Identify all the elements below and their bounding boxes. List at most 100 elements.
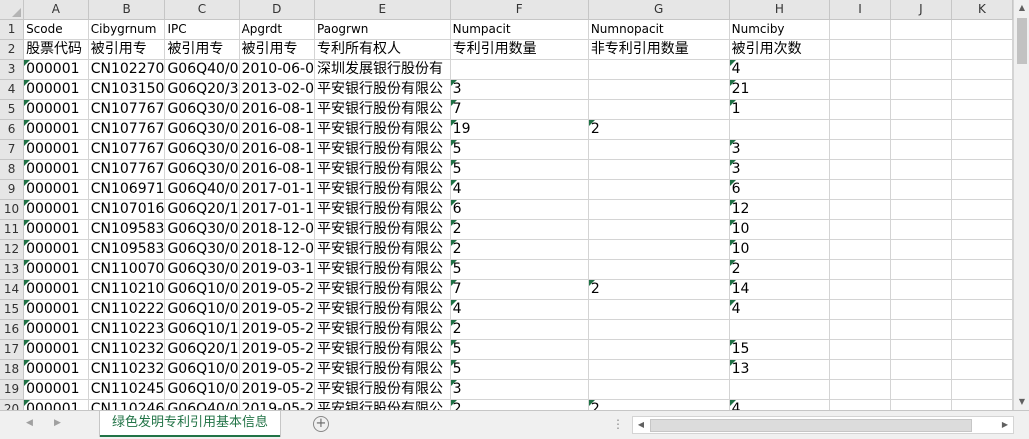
cell[interactable]: CN110232 — [88, 339, 166, 360]
ellipsis-icon[interactable]: ⋮ — [612, 417, 624, 431]
cell[interactable]: 000001 — [23, 279, 89, 300]
column-header-e[interactable]: E — [314, 0, 451, 20]
cell[interactable]: G06Q30/0 — [164, 259, 240, 280]
cell[interactable]: 专利所有权人 — [314, 39, 451, 60]
cell[interactable]: 4 — [450, 299, 589, 320]
cell[interactable] — [890, 19, 952, 40]
cell[interactable]: 2 — [450, 319, 589, 340]
cell[interactable]: 平安银行股份有限公 — [314, 239, 451, 260]
cell[interactable]: CN106971 — [88, 179, 166, 200]
cell[interactable] — [588, 79, 730, 100]
cell[interactable] — [829, 279, 891, 300]
cell[interactable] — [829, 119, 891, 140]
column-header-i[interactable]: I — [829, 0, 891, 20]
cell[interactable]: 平安银行股份有限公 — [314, 299, 451, 320]
cell[interactable]: 5 — [450, 359, 589, 380]
row-header[interactable]: 14 — [0, 279, 25, 300]
column-header-j[interactable]: J — [890, 0, 952, 20]
cell[interactable] — [729, 319, 831, 340]
cell[interactable] — [890, 339, 952, 360]
cell[interactable] — [829, 159, 891, 180]
cell[interactable] — [890, 199, 952, 220]
cell[interactable] — [890, 379, 952, 400]
cell[interactable]: 非专利引用数量 — [588, 39, 730, 60]
cell[interactable] — [951, 159, 1013, 180]
cell[interactable] — [951, 339, 1013, 360]
cell[interactable]: CN110210 — [88, 279, 166, 300]
cell[interactable]: 4 — [729, 299, 831, 320]
cell[interactable] — [588, 379, 730, 400]
cell[interactable]: 被引用次数 — [729, 39, 831, 60]
cell[interactable]: CN110246 — [88, 399, 166, 410]
cell[interactable] — [951, 219, 1013, 240]
horizontal-scroll-thumb[interactable] — [650, 419, 972, 432]
cell[interactable]: 平安银行股份有限公 — [314, 319, 451, 340]
row-header[interactable]: 19 — [0, 379, 25, 400]
cell[interactable]: 000001 — [23, 319, 89, 340]
cell[interactable] — [951, 119, 1013, 140]
cell[interactable]: 4 — [729, 59, 831, 80]
cell[interactable]: CN110070 — [88, 259, 166, 280]
row-header[interactable]: 18 — [0, 359, 25, 380]
cell[interactable]: 000001 — [23, 379, 89, 400]
cell[interactable]: 2 — [450, 239, 589, 260]
cell[interactable]: CN107767 — [88, 139, 166, 160]
cell[interactable]: CN110245 — [88, 379, 166, 400]
column-header-h[interactable]: H — [729, 0, 831, 20]
cell[interactable] — [588, 359, 730, 380]
cell[interactable] — [890, 99, 952, 120]
row-header[interactable]: 12 — [0, 239, 25, 260]
cell[interactable] — [951, 199, 1013, 220]
cell[interactable]: 000001 — [23, 119, 89, 140]
cell[interactable]: G06Q40/0 — [164, 59, 240, 80]
cell[interactable] — [588, 99, 730, 120]
cell[interactable]: Paogrwn — [314, 19, 451, 40]
cell[interactable] — [951, 79, 1013, 100]
cell[interactable]: CN110223 — [88, 319, 166, 340]
cell[interactable]: G06Q30/0 — [164, 219, 240, 240]
cell[interactable]: 6 — [450, 199, 589, 220]
row-header[interactable]: 11 — [0, 219, 25, 240]
cell[interactable] — [890, 59, 952, 80]
cell[interactable] — [829, 219, 891, 240]
cell[interactable]: G06Q20/1 — [164, 339, 240, 360]
cell[interactable]: 3 — [450, 79, 589, 100]
column-header-g[interactable]: G — [588, 0, 730, 20]
cell[interactable]: CN110222 — [88, 299, 166, 320]
cell[interactable]: CN109583 — [88, 219, 166, 240]
cell[interactable]: 2016-08-1 — [239, 99, 316, 120]
cell[interactable] — [829, 399, 891, 410]
cell[interactable]: 平安银行股份有限公 — [314, 99, 451, 120]
row-header[interactable]: 1 — [0, 19, 25, 40]
cell[interactable]: 2017-01-1 — [239, 179, 316, 200]
cell[interactable]: 10 — [729, 219, 831, 240]
column-header-k[interactable]: K — [951, 0, 1013, 20]
cell[interactable]: G06Q10/0 — [164, 379, 240, 400]
cell[interactable]: 000001 — [23, 359, 89, 380]
cell[interactable]: 4 — [450, 179, 589, 200]
cell[interactable]: 1 — [729, 99, 831, 120]
cell[interactable]: G06Q10/0 — [164, 279, 240, 300]
cell[interactable]: 3 — [729, 159, 831, 180]
cell[interactable]: Cibygrnum — [88, 19, 166, 40]
cell[interactable] — [890, 119, 952, 140]
cell[interactable] — [890, 319, 952, 340]
cell[interactable] — [588, 139, 730, 160]
scroll-right-icon[interactable]: ▶ — [997, 417, 1013, 433]
cell[interactable] — [588, 319, 730, 340]
cell[interactable] — [829, 239, 891, 260]
cell[interactable]: G06Q30/0 — [164, 119, 240, 140]
cell[interactable]: 2 — [729, 259, 831, 280]
cell[interactable]: CN107767 — [88, 99, 166, 120]
row-header[interactable]: 20 — [0, 399, 25, 410]
vertical-scroll-thumb[interactable] — [1017, 18, 1027, 64]
cell[interactable]: 平安银行股份有限公 — [314, 279, 451, 300]
cell[interactable]: 13 — [729, 359, 831, 380]
cell[interactable]: 2 — [450, 219, 589, 240]
column-header-d[interactable]: D — [239, 0, 316, 20]
horizontal-scrollbar[interactable]: ◀ ▶ — [632, 416, 1014, 434]
cell[interactable] — [829, 59, 891, 80]
cell[interactable]: Numpacit — [450, 19, 589, 40]
cell[interactable] — [890, 79, 952, 100]
cell[interactable] — [890, 179, 952, 200]
